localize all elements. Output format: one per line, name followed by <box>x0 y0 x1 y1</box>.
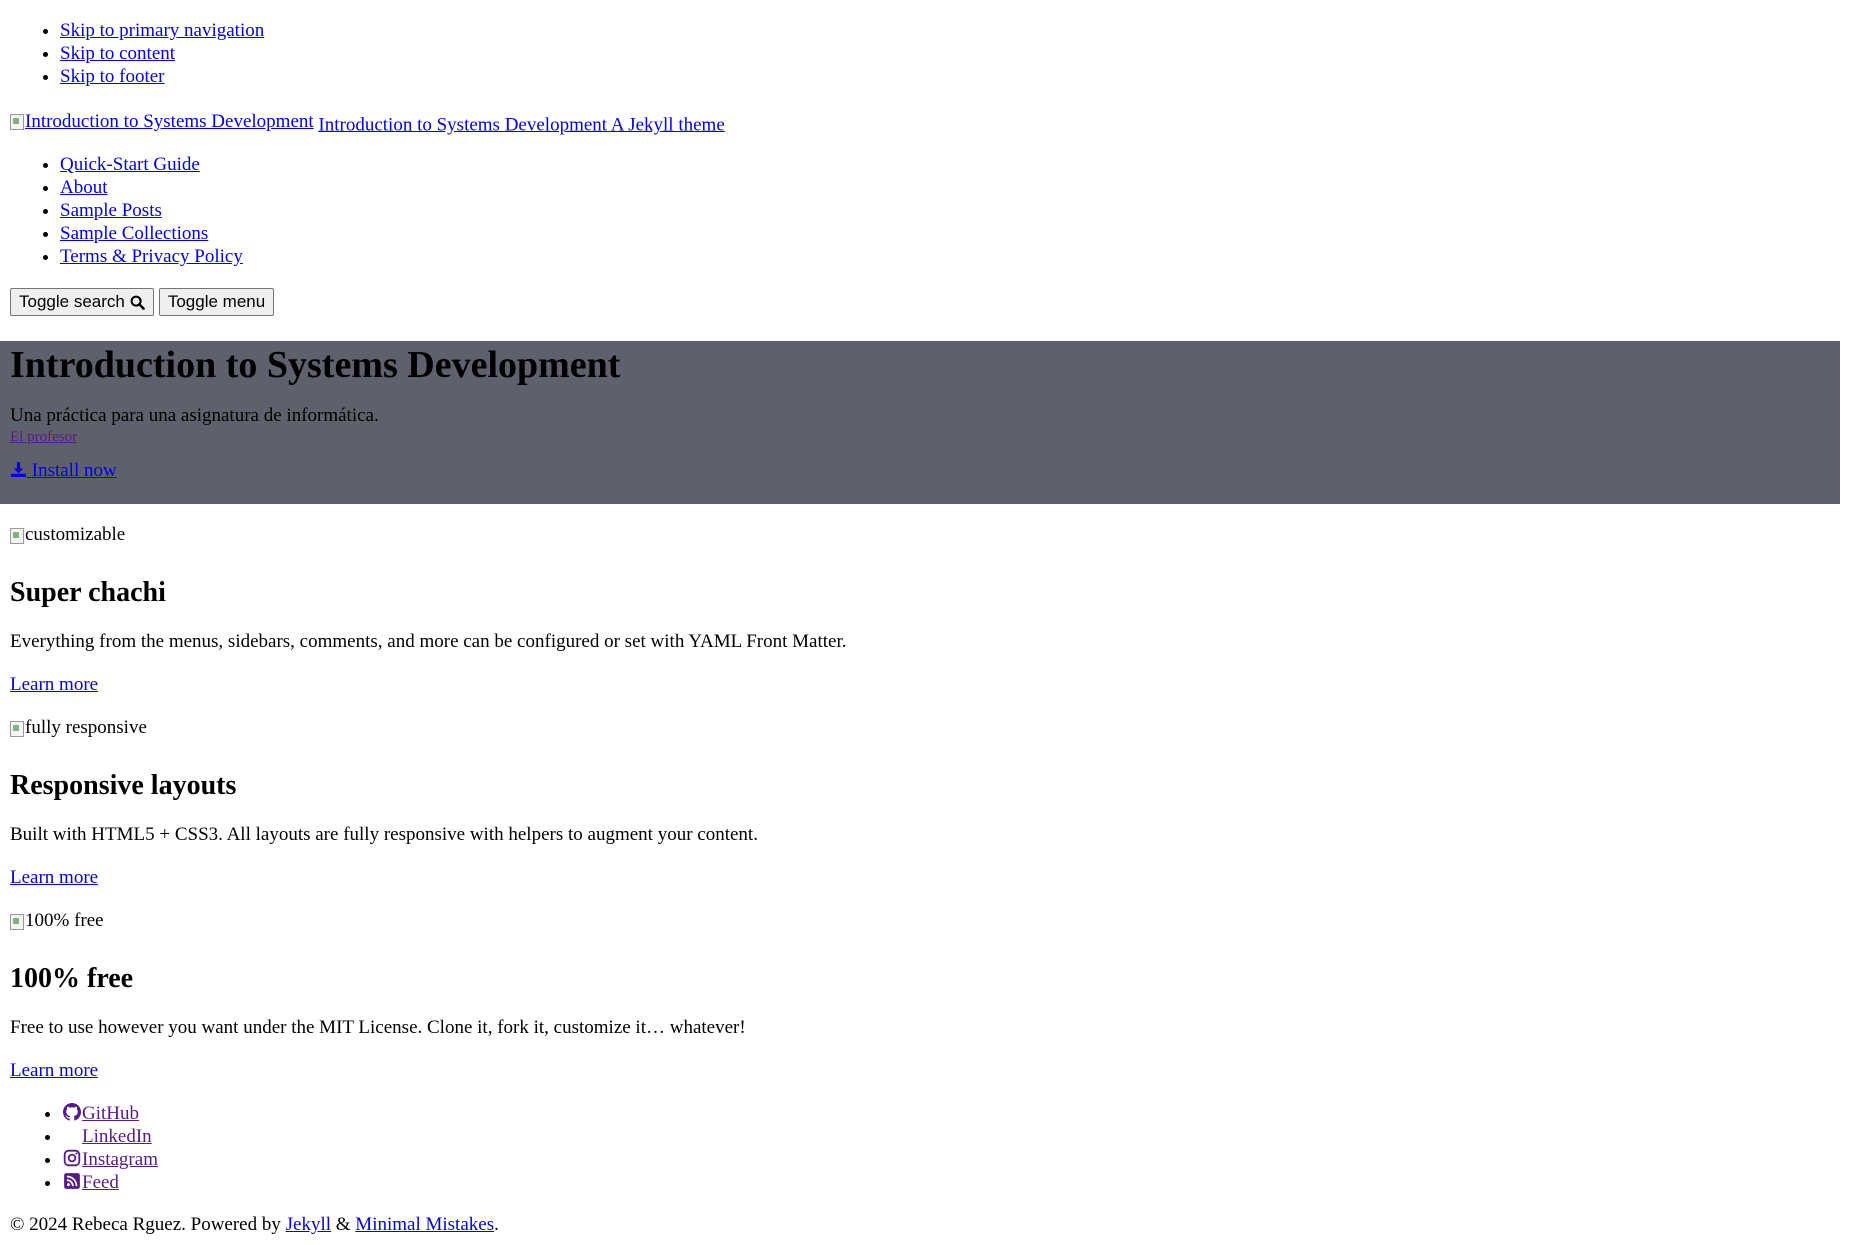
social-item: Feed <box>62 1172 1840 1195</box>
toggle-search-label: Toggle search <box>19 292 125 311</box>
learn-more-link[interactable]: Learn more <box>10 1060 98 1081</box>
github-icon <box>63 1103 81 1121</box>
instagram-icon <box>63 1149 81 1167</box>
hero-tagline: Una práctica para una asignatura de info… <box>10 405 379 426</box>
nav-item: About <box>60 177 1840 200</box>
feature-text: Free to use however you want under the M… <box>10 1017 746 1038</box>
skip-links: Skip to primary navigation Skip to conte… <box>10 0 1840 89</box>
linkedin-icon <box>62 1126 82 1144</box>
skip-to-footer-link[interactable]: Skip to footer <box>60 66 165 87</box>
jekyll-link[interactable]: Jekyll <box>286 1214 331 1235</box>
rss-icon <box>64 1173 80 1189</box>
skip-to-navigation-link[interactable]: Skip to primary navigation <box>60 20 264 41</box>
nav-item: Quick-Start Guide <box>60 154 1840 177</box>
linkedin-link[interactable]: LinkedIn <box>62 1126 152 1147</box>
toggle-search-button[interactable]: Toggle search <box>10 288 154 316</box>
nav-item: Sample Posts <box>60 200 1840 223</box>
feature-title: Super chachi <box>10 577 166 608</box>
feature-text: Everything from the menus, sidebars, com… <box>10 631 847 652</box>
learn-more-link[interactable]: Learn more <box>10 867 98 888</box>
nav-link-quick-start[interactable]: Quick-Start Guide <box>60 154 200 175</box>
feed-link[interactable]: Feed <box>62 1172 119 1193</box>
site-title-link[interactable]: Introduction to Systems Development A Je… <box>318 114 724 135</box>
masthead: Introduction to Systems Development Intr… <box>10 111 1840 135</box>
search-icon <box>130 295 145 310</box>
primary-nav: Quick-Start Guide About Sample Posts Sam… <box>10 154 1840 269</box>
skip-link-item: Skip to primary navigation <box>60 20 1840 43</box>
ampersand-text: & <box>335 1214 351 1235</box>
nav-item: Sample Collections <box>60 223 1840 246</box>
feature-item: customizable Super chachi Everything fro… <box>10 524 1840 697</box>
broken-image-icon <box>10 527 24 544</box>
feature-image-alt: fully responsive <box>25 717 147 739</box>
hero-title: Introduction to Systems Development <box>10 344 621 386</box>
nav-link-terms[interactable]: Terms & Privacy Policy <box>60 246 243 267</box>
github-link[interactable]: GitHub <box>62 1103 139 1124</box>
instagram-link[interactable]: Instagram <box>62 1149 158 1170</box>
download-icon <box>11 462 26 477</box>
skip-to-content-link[interactable]: Skip to content <box>60 43 175 64</box>
site-subtitle: A Jekyll theme <box>610 114 725 136</box>
minimal-mistakes-link[interactable]: Minimal Mistakes <box>355 1214 494 1235</box>
page: Skip to primary navigation Skip to conte… <box>0 0 1850 1237</box>
page-hero: Introduction to Systems Development Una … <box>0 341 1840 504</box>
social-links: GitHub LinkedIn Instagram Feed <box>10 1103 1840 1195</box>
feature-image: customizable <box>10 524 1840 547</box>
broken-image-icon <box>10 913 24 930</box>
broken-image-icon <box>10 114 24 131</box>
install-now-label: Install now <box>31 460 117 481</box>
feature-title: Responsive layouts <box>10 770 237 801</box>
footer-period: . <box>494 1214 499 1235</box>
author-link[interactable]: El profesor <box>10 429 77 445</box>
site-title: Introduction to Systems Development <box>318 114 608 136</box>
skip-link-item: Skip to content <box>60 43 1840 66</box>
feed-label: Feed <box>82 1172 119 1193</box>
site-logo-alt: Introduction to Systems Development <box>25 111 314 132</box>
header-buttons: Toggle search Toggle menu <box>10 288 1840 316</box>
feature-image: 100% free <box>10 910 1840 933</box>
feature-image: fully responsive <box>10 717 1840 740</box>
social-item: LinkedIn <box>62 1126 1840 1149</box>
nav-link-sample-collections[interactable]: Sample Collections <box>60 223 208 244</box>
copyright-text: © 2024 Rebeca Rguez. Powered by <box>10 1214 281 1235</box>
skip-link-item: Skip to footer <box>60 66 1840 89</box>
learn-more-link[interactable]: Learn more <box>10 674 98 695</box>
instagram-label: Instagram <box>82 1149 158 1170</box>
social-item: GitHub <box>62 1103 1840 1126</box>
site-logo-link[interactable]: Introduction to Systems Development <box>10 111 314 134</box>
feature-text: Built with HTML5 + CSS3. All layouts are… <box>10 824 758 845</box>
feature-image-alt: customizable <box>25 524 126 546</box>
nav-item: Terms & Privacy Policy <box>60 246 1840 269</box>
broken-image-icon <box>10 720 24 737</box>
feature-image-alt: 100% free <box>25 910 104 932</box>
github-label: GitHub <box>82 1103 139 1124</box>
linkedin-label: LinkedIn <box>82 1126 152 1147</box>
nav-link-about[interactable]: About <box>60 177 108 198</box>
feature-item: 100% free 100% free Free to use however … <box>10 910 1840 1083</box>
install-now-link[interactable]: Install now <box>10 460 117 481</box>
toggle-menu-label: Toggle menu <box>167 292 266 311</box>
feature-item: fully responsive Responsive layouts Buil… <box>10 717 1840 890</box>
nav-link-sample-posts[interactable]: Sample Posts <box>60 200 162 221</box>
toggle-menu-button[interactable]: Toggle menu <box>158 288 275 316</box>
social-item: Instagram <box>62 1149 1840 1172</box>
feature-title: 100% free <box>10 963 134 994</box>
footer-copyright: © 2024 Rebeca Rguez. Powered by Jekyll &… <box>10 1214 1840 1237</box>
